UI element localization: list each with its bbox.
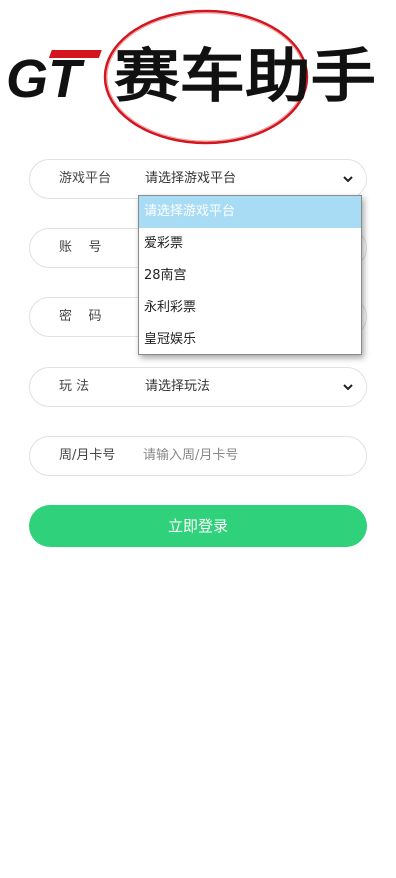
- play-value: 请选择玩法: [145, 379, 211, 394]
- logo-graphic: GT 赛车助手: [6, 9, 376, 145]
- card-number-input[interactable]: 请输入周/月卡号: [143, 437, 238, 475]
- play-label: 玩 法: [59, 379, 90, 394]
- platform-label: 游戏平台: [59, 171, 112, 186]
- dropdown-option[interactable]: 永利彩票: [139, 292, 361, 324]
- logo: GT 赛车助手: [0, 0, 396, 150]
- dropdown-option[interactable]: 28南宫: [139, 260, 361, 292]
- dropdown-option[interactable]: 爱彩票: [139, 228, 361, 260]
- platform-select[interactable]: 游戏平台 请选择游戏平台: [29, 159, 367, 199]
- platform-dropdown-list: 请选择游戏平台 爱彩票 28南宫 永利彩票 皇冠娱乐: [138, 195, 362, 355]
- platform-value: 请选择游戏平台: [145, 171, 237, 186]
- login-button[interactable]: 立即登录: [29, 505, 367, 547]
- play-select[interactable]: 玩 法 请选择玩法: [29, 367, 367, 407]
- card-number-label: 周/月卡号: [59, 448, 116, 463]
- logo-brand-name: 赛车助手: [114, 42, 376, 110]
- card-number-field[interactable]: 周/月卡号 请输入周/月卡号: [29, 436, 367, 476]
- chevron-down-icon: [343, 384, 353, 391]
- dropdown-option[interactable]: 皇冠娱乐: [139, 324, 361, 356]
- account-label: 账 号: [59, 240, 102, 255]
- password-label: 密 码: [59, 309, 102, 324]
- dropdown-option[interactable]: 请选择游戏平台: [139, 196, 361, 228]
- chevron-down-icon: [343, 176, 353, 183]
